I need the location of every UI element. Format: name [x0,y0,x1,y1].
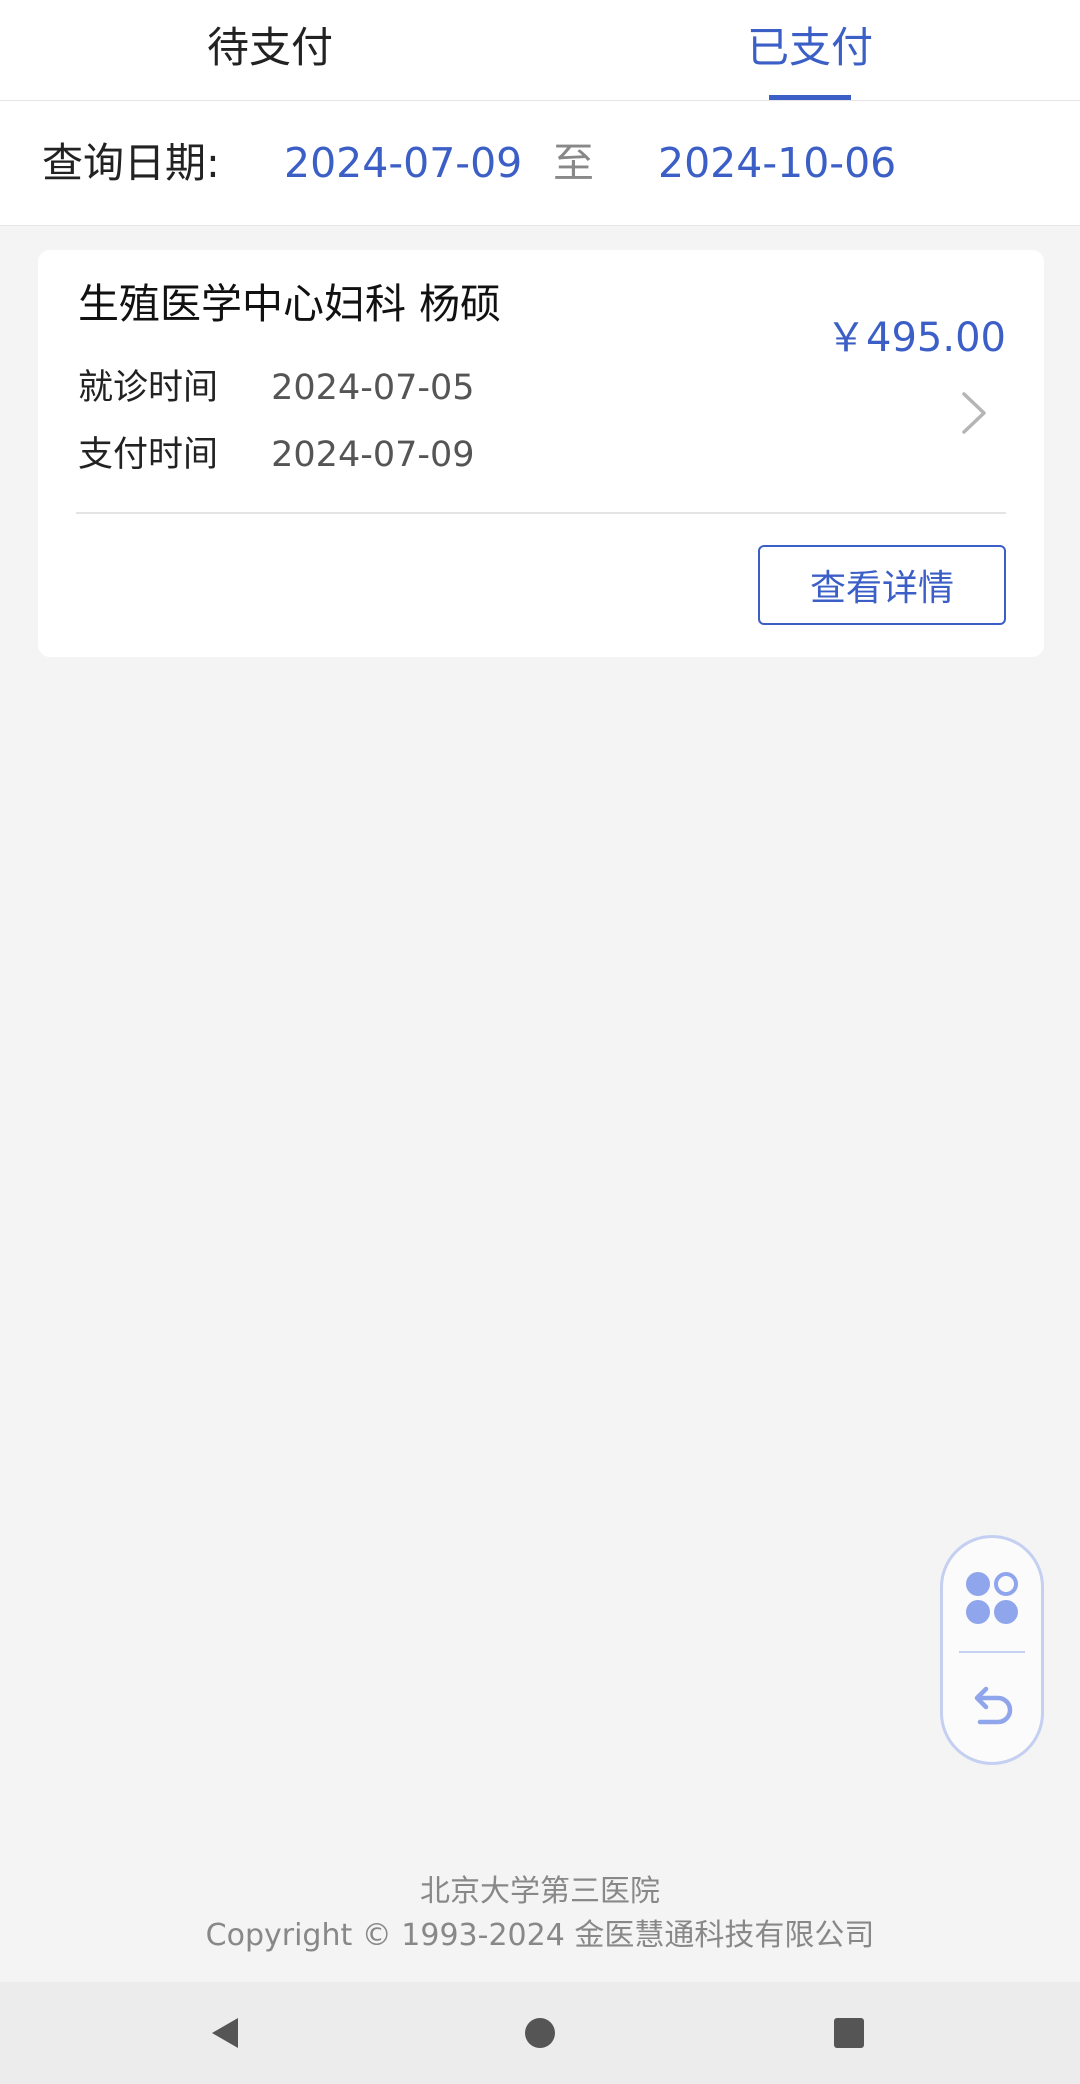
copyright-text: Copyright © 1993-2024 金医慧通科技有限公司 [205,1918,875,1953]
recent-square-icon [834,2018,864,2048]
widget-divider [959,1651,1025,1653]
system-navigation-bar [0,1982,1080,2084]
date-filter-label: 查询日期: [42,139,220,187]
payment-amount: ￥495.00 [826,315,1006,361]
department-doctor-title: 生殖医学中心妇科 杨硕 [78,280,502,328]
visit-time-value: 2024-07-05 [271,368,475,408]
payment-record-card[interactable]: 生殖医学中心妇科 杨硕 ￥495.00 就诊时间 2024-07-05 支付时间… [38,250,1044,657]
system-recent-apps-button[interactable] [789,1982,909,2084]
go-back-button[interactable] [943,1656,1041,1756]
date-range-separator: 至 [553,139,594,187]
payment-time-row: 支付时间 2024-07-09 [78,430,475,480]
tab-paid[interactable]: 已支付 [540,0,1080,100]
payment-time-value: 2024-07-09 [271,435,475,475]
date-filter-row: 查询日期: 2024-07-09 至 2024-10-06 [0,101,1080,226]
tab-label: 已支付 [746,23,873,72]
chevron-right-icon[interactable] [954,388,994,438]
start-date-picker[interactable]: 2024-07-09 [284,101,522,225]
quick-menu-button[interactable] [943,1548,1041,1648]
card-divider [76,512,1006,514]
system-home-button[interactable] [480,1982,600,2084]
tab-label: 待支付 [206,23,333,72]
home-circle-icon [525,2018,555,2048]
undo-arrow-icon [974,1686,1013,1725]
visit-time-row: 就诊时间 2024-07-05 [78,363,475,413]
payment-status-tabs: 待支付 已支付 [0,0,1080,101]
tab-pending-payment[interactable]: 待支付 [0,0,540,100]
system-back-button[interactable] [166,1982,286,2084]
end-date-picker[interactable]: 2024-10-06 [658,101,896,225]
page-footer: 北京大学第三医院 Copyright © 1993-2024 金医慧通科技有限公… [0,1870,1080,1958]
active-tab-indicator [769,95,851,100]
payment-time-label: 支付时间 [78,435,219,475]
hospital-name: 北京大学第三医院 [420,1874,660,1909]
view-details-button[interactable]: 查看详情 [758,545,1006,625]
visit-time-label: 就诊时间 [78,368,219,408]
clover-grid-icon [966,1572,1018,1624]
floating-quick-menu [940,1535,1044,1765]
back-triangle-icon [212,2018,238,2048]
